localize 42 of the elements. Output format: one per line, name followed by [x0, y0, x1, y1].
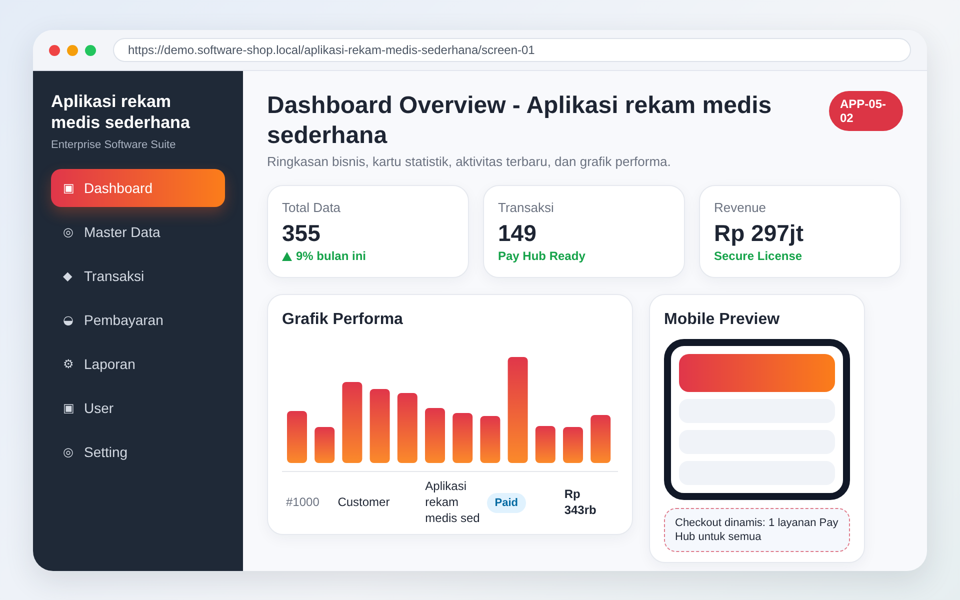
- stat-value: Rp 297jt: [714, 220, 804, 247]
- page-subtitle: Ringkasan bisnis, kartu statistik, aktivitas terbaru, dan grafik performa.: [267, 154, 672, 169]
- sidebar-item[interactable]: ▣ User: [51, 389, 225, 427]
- chart-bar: [287, 411, 307, 463]
- chart-bar: [563, 427, 583, 463]
- app-subtitle: Enterprise Software Suite: [51, 139, 177, 151]
- stat-value: 355: [282, 220, 322, 247]
- sidebar-item[interactable]: ◎ Master Data: [51, 213, 225, 251]
- app-code-badge: APP-05-02: [829, 91, 903, 131]
- chart-bar: [397, 393, 418, 463]
- order-id-cell-text: #1000: [286, 495, 320, 509]
- stat-note: Secure License: [714, 249, 802, 263]
- status-badge: Paid: [486, 493, 526, 513]
- app-title: Aplikasi rekam medis sederhana: [51, 91, 191, 133]
- stat-note: 9% bulan ini: [296, 249, 366, 263]
- page-title: Dashboard Overview - Aplikasi rekam medis sederhana: [267, 91, 773, 151]
- chart-bar: [535, 426, 556, 463]
- sidebar-item[interactable]: ◆ Transaksi: [51, 257, 225, 295]
- sidebar-item[interactable]: ◒ Pembayaran: [51, 301, 225, 339]
- chart-bar: [590, 415, 611, 463]
- chart-bar: [452, 413, 473, 463]
- product-cell-text: Aplikasi rekam medis sed: [425, 478, 481, 526]
- stat-label: Transaksi: [498, 200, 555, 215]
- customer-cell-text: Customer: [338, 495, 391, 509]
- stat-note: Pay Hub Ready: [498, 249, 586, 263]
- sidebar-item[interactable]: ◎ Setting: [51, 433, 225, 471]
- card-title: Grafik Performa: [282, 311, 404, 329]
- stat-value: 149: [498, 220, 538, 247]
- minimize-dot-icon[interactable]: [67, 44, 78, 56]
- sidebar-item[interactable]: ⚙ Laporan: [51, 345, 225, 383]
- chart-bar: [425, 408, 445, 463]
- stat-label: Total Data: [282, 200, 342, 215]
- sidebar-item[interactable]: ▣ Dashboard: [51, 169, 225, 207]
- amount-cell-text: Rp 343rb: [564, 486, 598, 518]
- address-bar[interactable]: https://demo.software-shop.local/aplikasi-rekam-medis-sederhana/screen-01: [113, 38, 911, 62]
- maximize-dot-icon[interactable]: [85, 44, 96, 56]
- chart-bar: [314, 427, 335, 463]
- card-title: Mobile Preview: [664, 311, 781, 329]
- chart-bar: [480, 416, 500, 463]
- checkout-note: Checkout dinamis: 1 layanan Pay Hub untuk semua: [664, 508, 850, 552]
- stat-label: Revenue: [714, 200, 768, 215]
- close-dot-icon[interactable]: [49, 44, 60, 56]
